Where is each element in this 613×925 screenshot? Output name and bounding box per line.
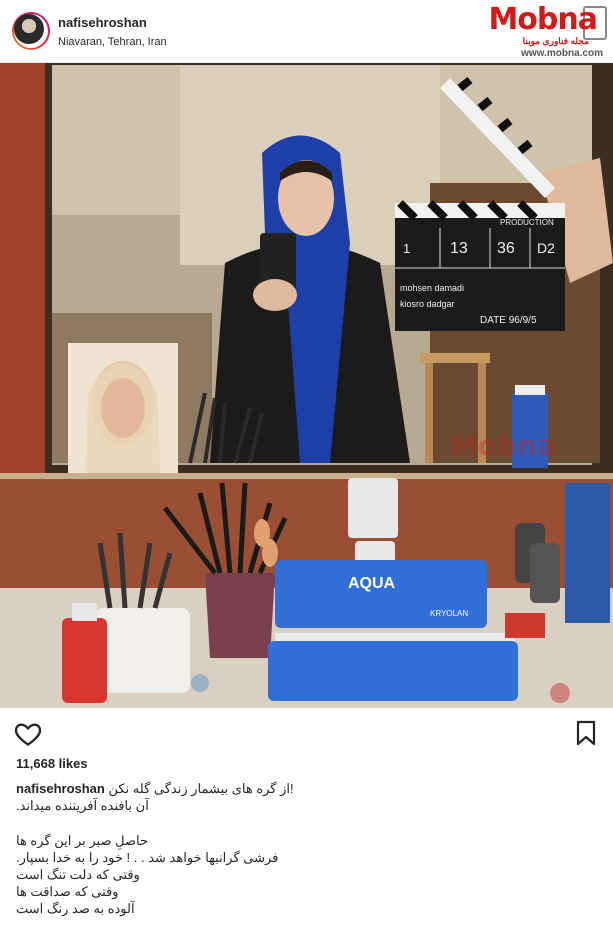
slate-roll: D2 — [537, 240, 555, 256]
photo-watermark: Mobna — [450, 429, 556, 462]
logo-tagline: مجله فناوری موبنا — [522, 36, 589, 46]
bookmark-icon[interactable] — [575, 720, 597, 746]
caption-line-7: وقتی که صداقت ها — [16, 884, 119, 899]
heart-icon[interactable] — [14, 720, 42, 748]
caption-line-4: حاصلِ صبر بر این گره ها — [16, 833, 148, 848]
slate-scene: 36 — [497, 240, 515, 257]
likes-count[interactable]: 11,668 likes — [16, 756, 88, 771]
slate-date: DATE 96/9/5 — [480, 315, 537, 326]
slate-production: PRODUCTION — [500, 218, 554, 227]
caption-line-8: آلوده به صد رنگ است — [16, 901, 135, 916]
photo-scene: PRODUCTION 1 13 36 D2 mohsen damadi kios… — [0, 63, 613, 708]
post-photo[interactable]: PRODUCTION 1 13 36 D2 mohsen damadi kios… — [0, 63, 613, 708]
palette-maker: KRYOLAN — [430, 609, 468, 618]
mobna-logo: Mobna مجله فناوری موبنا www.mobna.com — [481, 2, 609, 60]
slate-director: mohsen damadi — [400, 283, 464, 293]
slate-shot: 1 — [403, 241, 410, 256]
avatar[interactable] — [12, 12, 50, 50]
post-header: nafisehroshan Niavaran, Tehran, Iran Mob… — [0, 0, 613, 63]
caption-line-1: nafisehroshan از گره های بیشمار زندگی گل… — [16, 780, 596, 797]
post-caption: nafisehroshan از گره های بیشمار زندگی گل… — [16, 780, 596, 917]
slate-camera: kiosro dadgar — [400, 299, 455, 309]
slate-take: 13 — [450, 240, 468, 257]
logo-url: www.mobna.com — [521, 48, 603, 59]
caption-line-3 — [16, 814, 596, 832]
caption-line-6: وقتی که دلت تنگ است — [16, 867, 140, 882]
caption-line-2: آن بافنده آفریننده میداند. — [16, 798, 149, 813]
post-location[interactable]: Niavaran, Tehran, Iran — [58, 36, 167, 48]
palette-brand: AQUA — [348, 575, 396, 592]
avatar-image — [14, 14, 44, 44]
caption-username[interactable]: nafisehroshan — [16, 781, 105, 796]
post-actions — [0, 712, 613, 752]
caption-line-5: فرشی گرانبها خواهد شد . . ! خود را به خد… — [16, 850, 279, 865]
logo-name: Mobna — [488, 2, 598, 37]
caption-text-1: از گره های بیشمار زندگی گله نکن! — [108, 781, 294, 796]
post-username[interactable]: nafisehroshan — [58, 15, 147, 30]
